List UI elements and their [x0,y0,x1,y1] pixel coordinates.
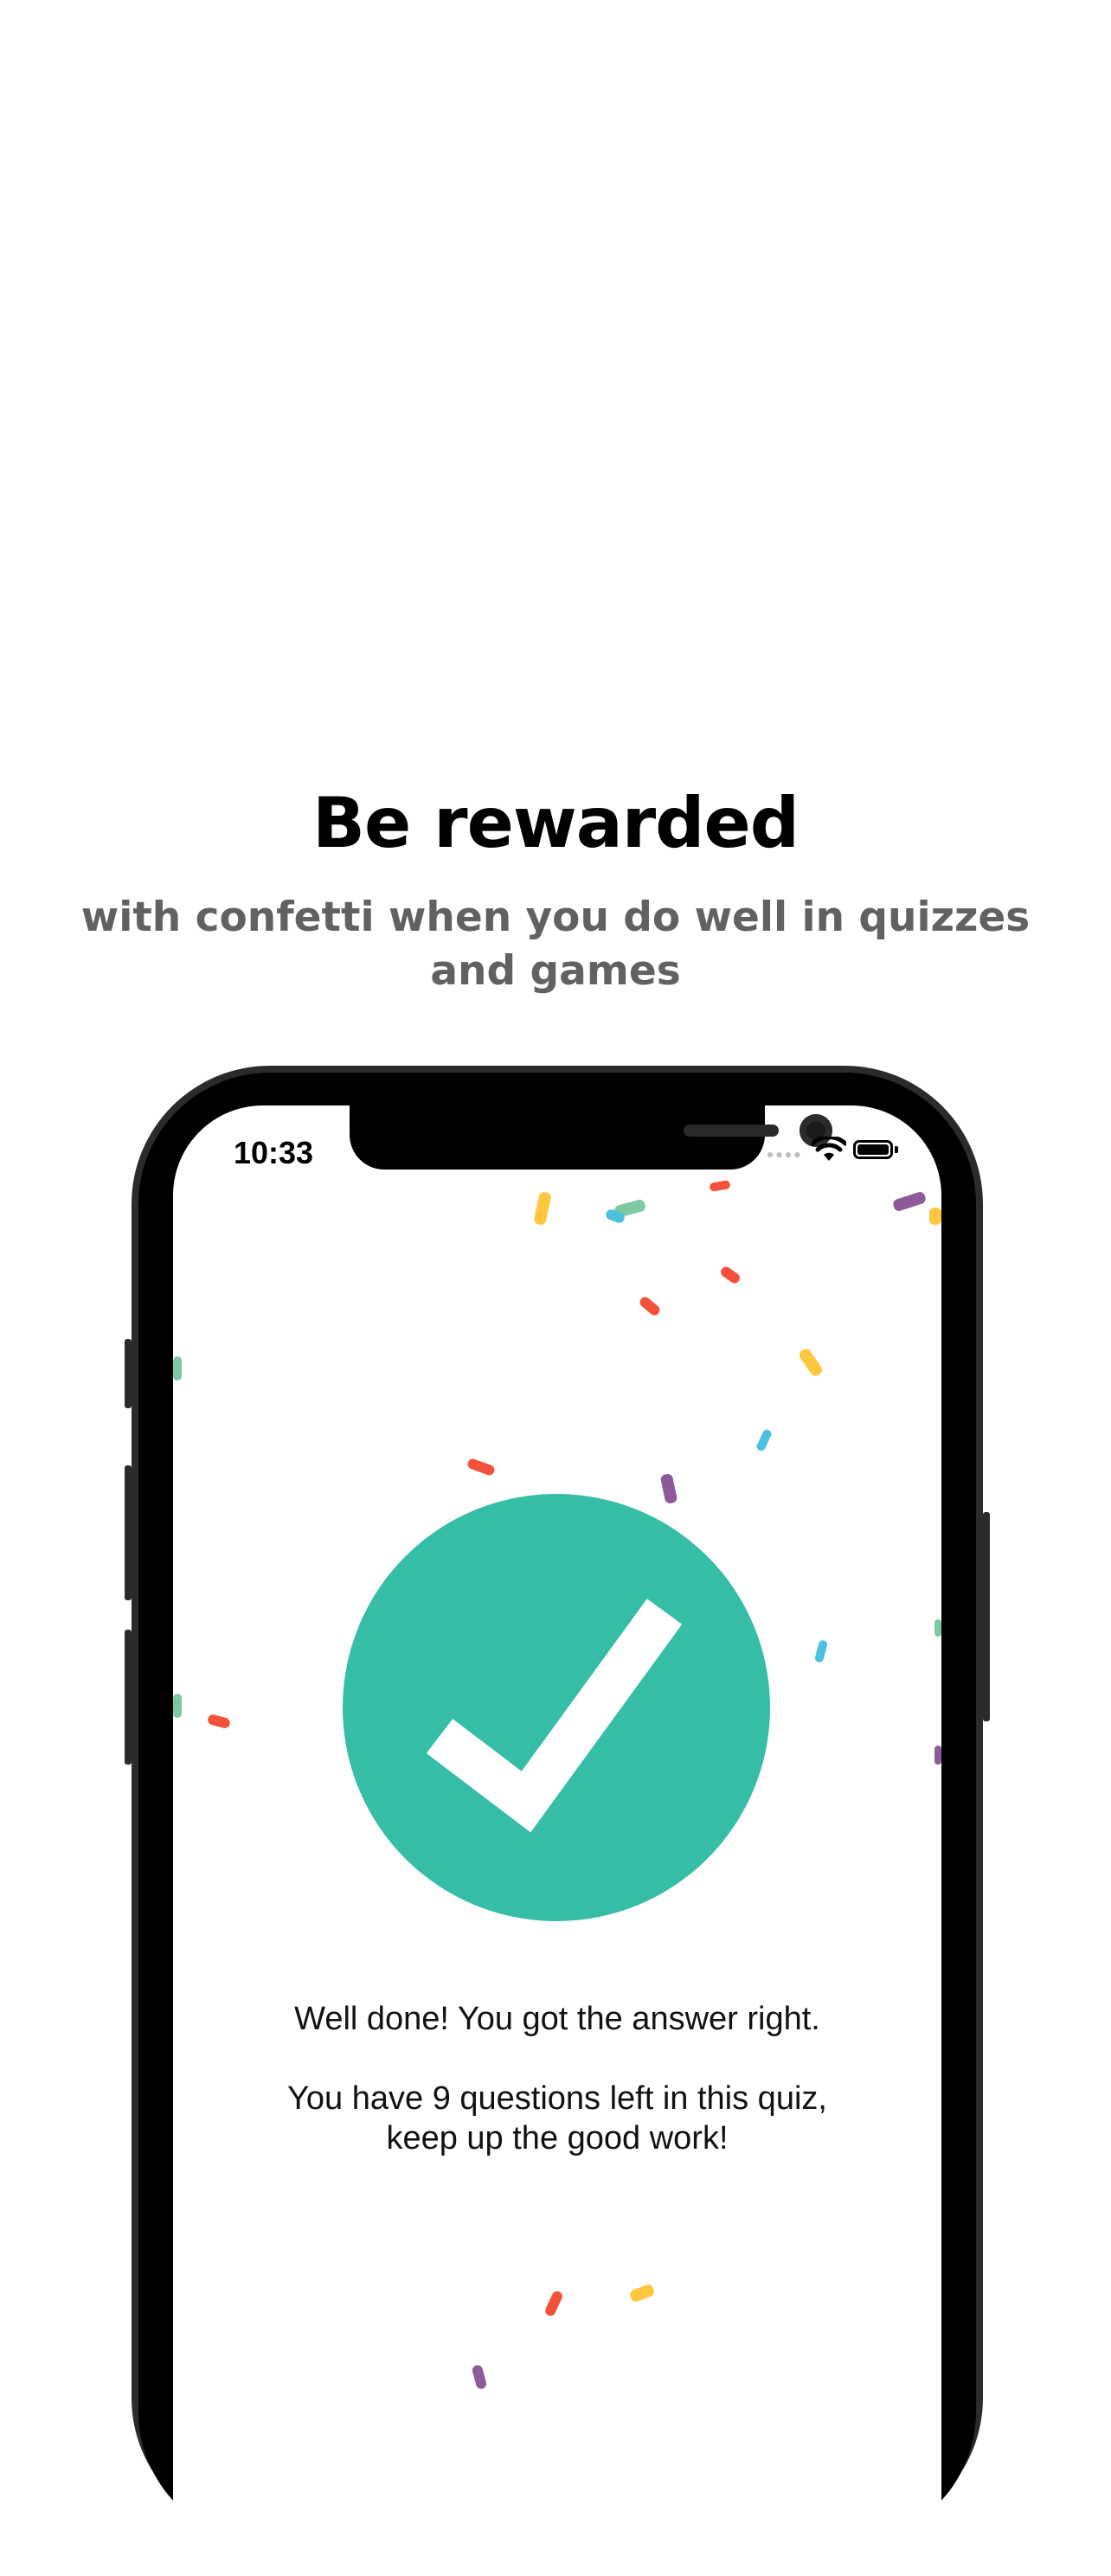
page-subheadline: with confetti when you do well in quizze… [80,894,1031,995]
confetti-piece [466,1457,497,1477]
phone-power-button [983,1512,990,1721]
confetti-piece [718,1265,742,1285]
confetti-piece [891,1190,928,1213]
confetti-piece [638,1295,662,1317]
confetti-piece [533,1190,552,1227]
battery-cap [895,1146,898,1153]
confetti-piece [628,2283,656,2304]
confetti-piece [797,1347,825,1378]
page-headline: Be rewarded [312,783,800,863]
confetti-piece [709,1179,731,1193]
result-message-secondary-line2: keep up the good work! [386,2120,729,2156]
speaker-grille [684,1125,779,1137]
confetti-piece [934,1746,941,1765]
confetti-piece [206,1713,232,1730]
phone-silent-switch [125,1339,132,1408]
phone-volume-down-button [125,1630,132,1765]
confetti-piece [813,1639,829,1663]
checkmark-icon [426,1599,683,1833]
confetti-piece [471,2363,488,2391]
result-message-primary: Well done! You got the answer right. [294,2001,820,2037]
wifi-icon [812,1137,846,1161]
confetti-piece [173,1694,182,1718]
signal-dots-icon: ●●●● [767,1147,803,1161]
confetti-piece [173,1356,182,1381]
confetti-piece [543,2289,564,2318]
phone-volume-up-button [125,1465,132,1600]
confetti-piece [934,1619,941,1637]
result-message-secondary-line1: You have 9 questions left in this quiz, [287,2080,827,2117]
phone-notch [350,1105,832,1169]
confetti-piece [755,1428,774,1452]
battery-icon [853,1140,893,1159]
confetti-piece [929,1208,941,1225]
status-bar-time: 10:33 [234,1135,314,1170]
success-badge [343,1494,770,1921]
phone-screen: 10:33 ●●●● Well done! You got the answer… [173,1105,941,2576]
status-bar-indicators: ●●●● [767,1137,905,1163]
